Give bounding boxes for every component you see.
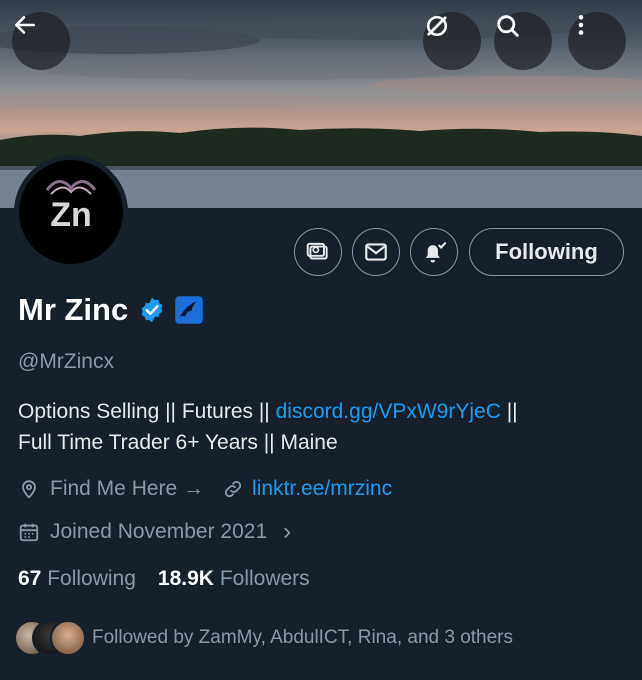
search-button[interactable] bbox=[494, 12, 552, 70]
avatar-image: Zn bbox=[19, 160, 123, 264]
following-label: Following bbox=[47, 567, 136, 590]
grok-button[interactable] bbox=[423, 12, 481, 70]
svg-text:Zn: Zn bbox=[50, 196, 92, 234]
followers-stat[interactable]: 18.9K Followers bbox=[158, 567, 310, 591]
more-button[interactable] bbox=[568, 12, 626, 70]
avatar-logo: Zn bbox=[45, 180, 97, 234]
profile-meta-row-2: Joined November 2021 › bbox=[18, 518, 291, 546]
followed-by-avatars bbox=[14, 620, 86, 656]
bio-text-2: || bbox=[500, 400, 518, 423]
website-link[interactable]: linktr.ee/mrzinc bbox=[252, 477, 392, 501]
profile-meta-row-1: Find Me Here → linktr.ee/mrzinc bbox=[18, 477, 392, 501]
profile-handle: @MrZincx bbox=[18, 350, 114, 373]
followers-label: Followers bbox=[219, 567, 310, 590]
bell-check-icon bbox=[425, 242, 447, 263]
back-button[interactable] bbox=[12, 12, 70, 70]
bio-text-1: Options Selling || Futures || bbox=[18, 400, 276, 423]
following-count: 67 bbox=[18, 567, 42, 590]
display-name: Mr Zinc bbox=[18, 292, 129, 327]
more-vertical-icon bbox=[578, 15, 584, 35]
arrow-left-icon bbox=[15, 16, 35, 34]
notifications-button[interactable] bbox=[410, 228, 458, 276]
chevron-right-icon[interactable]: › bbox=[283, 518, 291, 546]
envelope-icon bbox=[365, 243, 387, 261]
money-icon bbox=[306, 242, 328, 260]
message-button[interactable] bbox=[352, 228, 400, 276]
followed-by-row[interactable]: Followed by ZamMy, AbdulICT, Rina, and 3… bbox=[14, 620, 513, 656]
affiliate-badge-icon[interactable] bbox=[174, 295, 204, 325]
bio-discord-link[interactable]: discord.gg/VPxW9rYjeC bbox=[276, 400, 501, 423]
grok-slash-icon bbox=[426, 15, 448, 37]
link-icon bbox=[224, 480, 242, 498]
followers-count: 18.9K bbox=[157, 567, 214, 590]
search-icon bbox=[497, 15, 519, 37]
joined-text: Joined November 2021 bbox=[50, 520, 268, 543]
verified-badge-icon[interactable] bbox=[138, 296, 166, 324]
location-pin-icon bbox=[22, 480, 36, 499]
following-button[interactable]: Following bbox=[469, 228, 624, 276]
following-stat[interactable]: 67 Following bbox=[18, 567, 136, 591]
bio-text-3: Full Time Trader 6+ Years || Maine bbox=[18, 431, 338, 454]
profile-stats: 67 Following 18.9K Followers bbox=[18, 567, 310, 591]
location-text: Find Me Here → bbox=[50, 477, 205, 500]
calendar-icon bbox=[19, 523, 39, 542]
profile-name-row: Mr Zinc bbox=[18, 292, 204, 328]
subscribe-button[interactable] bbox=[294, 228, 342, 276]
profile-avatar[interactable]: Zn bbox=[14, 155, 128, 269]
avatar bbox=[50, 620, 86, 656]
profile-bio: Options Selling || Futures || discord.gg… bbox=[18, 396, 628, 458]
followed-by-text: Followed by ZamMy, AbdulICT, Rina, and 3… bbox=[92, 627, 514, 648]
